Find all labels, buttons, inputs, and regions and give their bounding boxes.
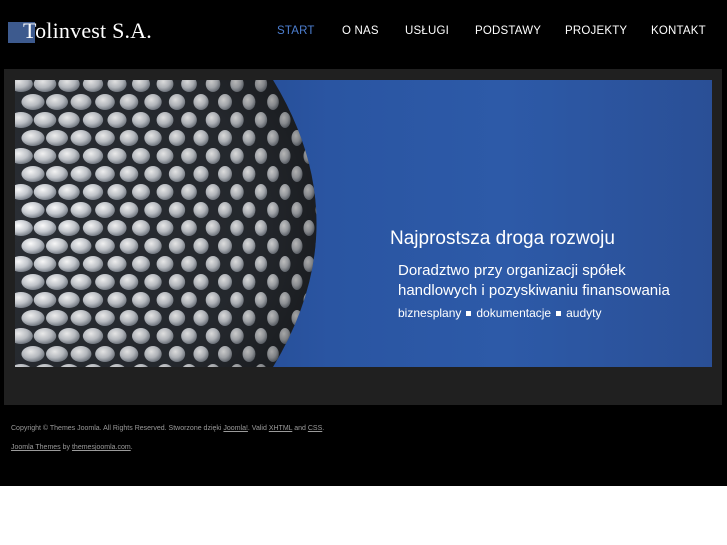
footer-copyright-line: Copyright © Themes Joomla. All Rights Re… [11, 424, 711, 433]
tag-biznesplany: biznesplany [398, 306, 462, 320]
bullet-square-icon [466, 310, 472, 316]
tag-audyty: audyty [566, 306, 602, 320]
footer-credits-line: Joomla Themes by themesjoomla.com. [11, 443, 711, 452]
footer-themes-link[interactable]: Joomla Themes [11, 444, 61, 451]
building-facade-image [15, 80, 317, 367]
nav-uslugi[interactable]: USŁUGI [405, 25, 449, 37]
hero-banner: Najprostsza droga rozwoju Doradztwo przy… [15, 80, 712, 367]
main-nav: START O NAS USŁUGI PODSTAWY PROJEKTY KON… [0, 25, 727, 43]
nav-start[interactable]: START [277, 25, 315, 37]
banner-subtitle: Doradztwo przy organizacji spółek handlo… [398, 261, 698, 301]
footer-site-link[interactable]: themesjoomla.com [72, 444, 131, 451]
content-panel: Najprostsza droga rozwoju Doradztwo przy… [4, 69, 722, 405]
footer-end-text: . [322, 425, 325, 432]
footer-and-text: and [294, 425, 306, 432]
footer-css-link[interactable]: CSS [308, 425, 322, 432]
banner-subtitle-line1: Doradztwo przy organizacji spółek [398, 262, 626, 279]
footer-joomla-link[interactable]: Joomla! [223, 425, 248, 432]
nav-podstawy[interactable]: PODSTAWY [475, 25, 541, 37]
footer-copyright: Copyright © Themes Joomla. All Rights Re… [11, 425, 222, 432]
banner-subtitle-line2: handlowych i pozyskiwaniu finansowania [398, 282, 670, 299]
footer-by-text: by [62, 444, 71, 451]
nav-projekty[interactable]: PROJEKTY [565, 25, 627, 37]
banner-title: Najprostsza droga rozwoju [390, 228, 615, 249]
footer-xhtml-link[interactable]: XHTML [269, 425, 292, 432]
footer-end2-text: . [130, 444, 133, 451]
banner-tags: biznesplany dokumentacje audyty [398, 306, 601, 320]
footer: Copyright © Themes Joomla. All Rights Re… [11, 424, 711, 452]
nav-o-nas[interactable]: O NAS [342, 25, 379, 37]
site-wrapper: Tolinvest S.A. START O NAS USŁUGI PODSTA… [0, 0, 727, 486]
tag-dokumentacje: dokumentacje [476, 306, 552, 320]
footer-valid-text: . Valid [247, 425, 267, 432]
nav-kontakt[interactable]: KONTAKT [651, 25, 706, 37]
bullet-square-icon [556, 310, 562, 316]
